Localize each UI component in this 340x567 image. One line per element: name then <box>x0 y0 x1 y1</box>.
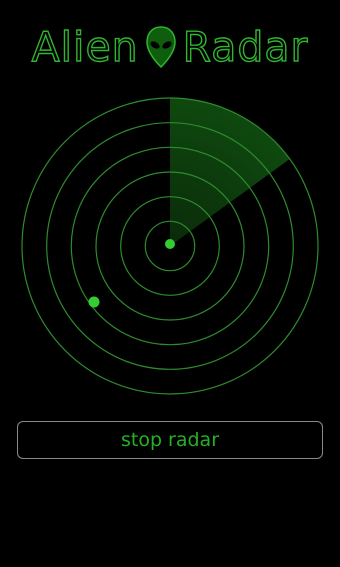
app-screen: Alien Radar stop radar <box>0 0 340 567</box>
title-word-alien: Alien <box>31 22 139 71</box>
app-title: Alien Radar <box>0 22 340 72</box>
stop-radar-button[interactable]: stop radar <box>17 421 323 459</box>
stop-radar-label: stop radar <box>120 429 220 451</box>
alien-head-icon <box>145 26 176 69</box>
radar-scope <box>18 94 322 398</box>
target-blip <box>88 296 100 308</box>
radar-svg <box>20 96 320 396</box>
title-word-radar: Radar <box>182 22 309 71</box>
center-blip <box>165 239 175 249</box>
